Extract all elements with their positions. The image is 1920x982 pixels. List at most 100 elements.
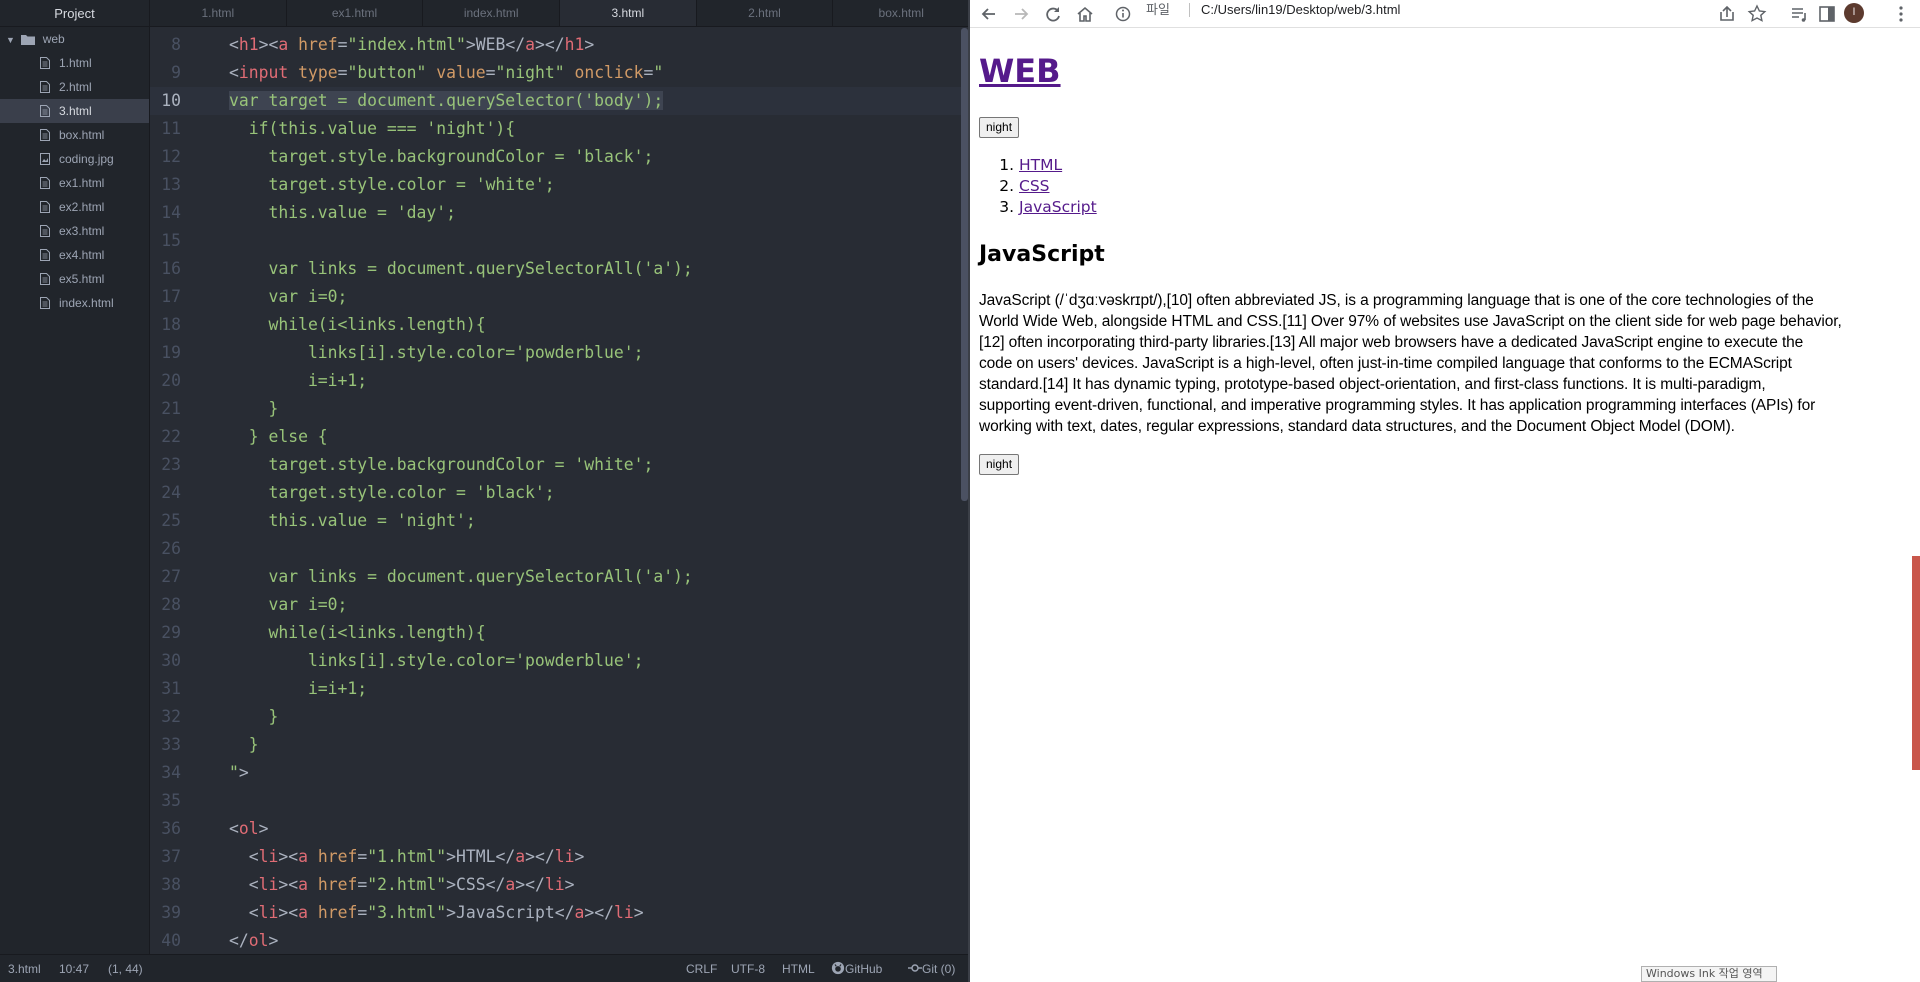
- line-number: 20: [161, 371, 181, 390]
- status-selection-count[interactable]: (1, 44): [108, 955, 143, 982]
- code-line[interactable]: 29 while(i<links.length){: [150, 619, 968, 647]
- editor-tab[interactable]: 1.html: [150, 0, 287, 26]
- code-text: }: [229, 399, 279, 418]
- code-line[interactable]: 19 links[i].style.color='powderblue';: [150, 339, 968, 367]
- tree-folder-web[interactable]: ▼ web: [0, 27, 149, 51]
- line-number: 18: [161, 315, 181, 334]
- code-line[interactable]: 25 this.value = 'night';: [150, 507, 968, 535]
- editor-tab[interactable]: 2.html: [697, 0, 834, 26]
- code-line[interactable]: 9 <input type="button" value="night" oncl…: [150, 59, 968, 87]
- code-line[interactable]: 37 <li><a href="1.html">HTML</a></li>: [150, 843, 968, 871]
- status-grammar[interactable]: HTML: [782, 955, 815, 982]
- status-line-ending[interactable]: CRLF: [686, 955, 717, 982]
- status-file-name[interactable]: 3.html: [8, 955, 41, 982]
- code-text: target.style.backgroundColor = 'white';: [229, 455, 654, 474]
- media-queue-icon[interactable]: [1788, 3, 1810, 25]
- status-cursor-position[interactable]: 10:47: [59, 955, 89, 982]
- page-title: WEB: [979, 52, 1061, 90]
- topic-link[interactable]: JavaScript: [1019, 198, 1097, 216]
- profile-avatar[interactable]: l: [1844, 3, 1864, 23]
- code-line[interactable]: 34 ">: [150, 759, 968, 787]
- status-github[interactable]: GitHub: [831, 955, 882, 982]
- code-line[interactable]: 17 var i=0;: [150, 283, 968, 311]
- line-number: 10: [161, 91, 181, 110]
- line-number: 35: [161, 791, 181, 810]
- code-text: var links = document.querySelectorAll('a…: [229, 567, 693, 586]
- code-line[interactable]: 14 this.value = 'day';: [150, 199, 968, 227]
- project-tree-header[interactable]: Project: [0, 0, 149, 27]
- editor-tab[interactable]: ex1.html: [287, 0, 424, 26]
- tree-file-item[interactable]: box.html: [0, 123, 149, 147]
- code-line[interactable]: 8 <h1><a href="index.html">WEB</a></h1>: [150, 31, 968, 59]
- tree-file-item[interactable]: index.html: [0, 291, 149, 315]
- tree-file-item[interactable]: coding.jpg: [0, 147, 149, 171]
- code-line[interactable]: 39 <li><a href="3.html">JavaScript</a></…: [150, 899, 968, 927]
- code-text: target.style.color = 'black';: [229, 483, 555, 502]
- night-mode-button-bottom[interactable]: night: [979, 454, 1020, 475]
- code-line[interactable]: 21 }: [150, 395, 968, 423]
- tree-file-item[interactable]: 3.html: [0, 99, 149, 123]
- code-text: var i=0;: [229, 287, 348, 306]
- code-line[interactable]: 16 var links = document.querySelectorAll…: [150, 255, 968, 283]
- code-line[interactable]: 15: [150, 227, 968, 255]
- code-line[interactable]: 12 target.style.backgroundColor = 'black…: [150, 143, 968, 171]
- line-number: 15: [161, 231, 181, 250]
- line-number: 37: [161, 847, 181, 866]
- editor-tab-bar: 1.html ex1.html index.html 3.html 2.html box.…: [150, 0, 971, 27]
- editor-scrollbar[interactable]: [961, 28, 968, 501]
- code-text: <li><a href="1.html">HTML</a></li>: [229, 847, 585, 866]
- status-git[interactable]: Git (0): [908, 955, 955, 982]
- code-line[interactable]: 24 target.style.color = 'black';: [150, 479, 968, 507]
- tree-file-item[interactable]: ex3.html: [0, 219, 149, 243]
- code-line[interactable]: 33 }: [150, 731, 968, 759]
- side-panel-icon[interactable]: [1816, 3, 1838, 25]
- code-line[interactable]: 31 i=i+1;: [150, 675, 968, 703]
- line-number: 24: [161, 483, 181, 502]
- code-line[interactable]: 28 var i=0;: [150, 591, 968, 619]
- code-line[interactable]: 13 target.style.color = 'white';: [150, 171, 968, 199]
- code-line[interactable]: 27 var links = document.querySelectorAll…: [150, 563, 968, 591]
- code-text: i=i+1;: [229, 371, 368, 390]
- code-area[interactable]: 8 <h1><a href="index.html">WEB</a></h1> 9 <…: [150, 31, 968, 953]
- tree-file-item[interactable]: 1.html: [0, 51, 149, 75]
- url-text[interactable]: C:/Users/lin19/Desktop/web/3.html: [1201, 0, 1400, 19]
- code-text: links[i].style.color='powderblue';: [229, 343, 644, 362]
- code-line[interactable]: 18 while(i<links.length){: [150, 311, 968, 339]
- editor-tab[interactable]: 3.html: [560, 0, 697, 26]
- editor-tab[interactable]: index.html: [423, 0, 561, 26]
- code-line[interactable]: 32 }: [150, 703, 968, 731]
- code-text: while(i<links.length){: [229, 315, 486, 334]
- code-line[interactable]: 35: [150, 787, 968, 815]
- bookmark-star-icon[interactable]: [1746, 3, 1768, 25]
- line-number: 29: [161, 623, 181, 642]
- tree-file-item[interactable]: ex2.html: [0, 195, 149, 219]
- code-line[interactable]: 26: [150, 535, 968, 563]
- topic-link[interactable]: CSS: [1019, 177, 1050, 195]
- line-number: 21: [161, 399, 181, 418]
- code-line[interactable]: 38 <li><a href="2.html">CSS</a></li>: [150, 871, 968, 899]
- editor-tab[interactable]: box.html: [833, 0, 971, 26]
- project-tree-panel: Project ▼ web 1.html 2.html 3.html box.html…: [0, 0, 150, 954]
- code-line[interactable]: 23 target.style.backgroundColor = 'white…: [150, 451, 968, 479]
- code-line[interactable]: 30 links[i].style.color='powderblue';: [150, 647, 968, 675]
- tree-file-item[interactable]: 2.html: [0, 75, 149, 99]
- address-bar[interactable]: 파일 C:/Users/lin19/Desktop/web/3.html: [970, 0, 1920, 20]
- tree-file-item[interactable]: ex4.html: [0, 243, 149, 267]
- line-number: 22: [161, 427, 181, 446]
- tree-file-item[interactable]: ex5.html: [0, 267, 149, 291]
- code-line[interactable]: 22 } else {: [150, 423, 968, 451]
- status-encoding[interactable]: UTF-8: [731, 955, 765, 982]
- code-line[interactable]: 10 var target = document.querySelector('b…: [150, 87, 968, 115]
- code-line[interactable]: 40 </ol>: [150, 927, 968, 953]
- code-line[interactable]: 36 <ol>: [150, 815, 968, 843]
- line-number: 33: [161, 735, 181, 754]
- title-link[interactable]: WEB: [979, 52, 1061, 90]
- code-line[interactable]: 11 if(this.value === 'night'){: [150, 115, 968, 143]
- kebab-menu-icon[interactable]: [1890, 3, 1912, 25]
- tree-file-item[interactable]: ex1.html: [0, 171, 149, 195]
- night-mode-button[interactable]: night: [979, 117, 1020, 138]
- share-icon[interactable]: [1716, 3, 1738, 25]
- list-number: 1.: [999, 156, 1014, 174]
- code-line[interactable]: 20 i=i+1;: [150, 367, 968, 395]
- topic-link[interactable]: HTML: [1019, 156, 1062, 174]
